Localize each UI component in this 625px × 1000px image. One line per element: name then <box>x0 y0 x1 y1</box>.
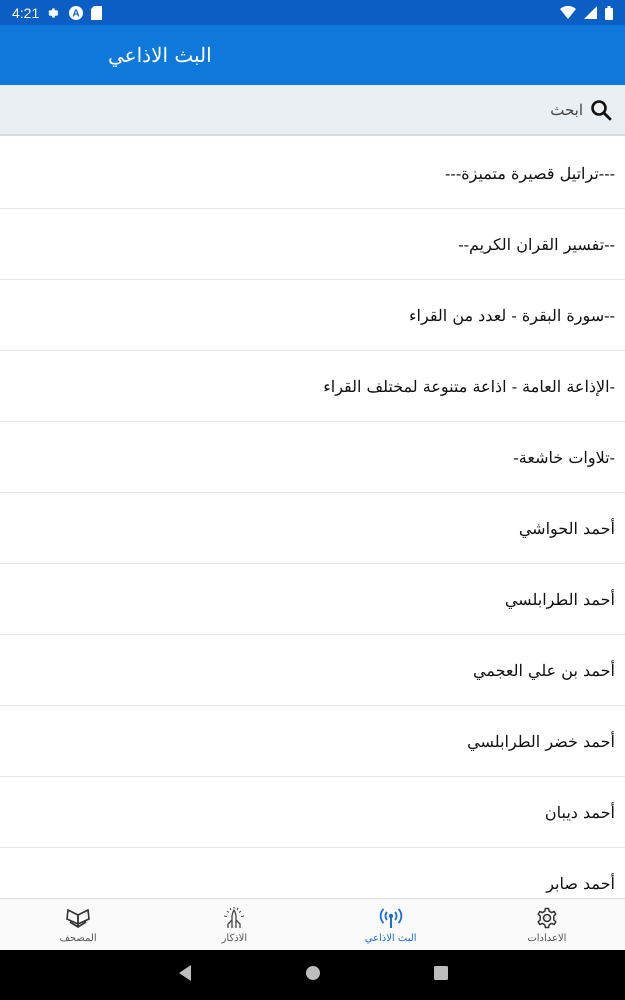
recents-icon[interactable] <box>433 965 449 985</box>
nav-label: البث الاذاعي <box>364 932 417 944</box>
settings-icon <box>47 6 61 20</box>
list-item-label: ---تراتيل قصيرة متميزة--- <box>445 163 615 183</box>
list-item[interactable]: --سورة البقرة - لعدد من القراء <box>0 280 625 351</box>
search-bar[interactable] <box>0 85 625 136</box>
reciter-list[interactable]: ---تراتيل قصيرة متميزة--- --تفسير القران… <box>0 138 625 898</box>
list-item[interactable]: أحمد الحواشي <box>0 493 625 564</box>
page-title: البث الاذاعي <box>108 43 212 67</box>
list-item-label: أحمد صابر <box>546 873 615 893</box>
sd-card-icon <box>91 5 103 20</box>
status-bar: 4:21 A <box>0 0 625 25</box>
app-notification-icon: A <box>69 5 84 20</box>
nav-item-adhkar[interactable]: الاذكار <box>156 899 312 950</box>
nav-label: الاعدادات <box>527 932 567 944</box>
list-item[interactable]: أحمد الطرابلسي <box>0 564 625 635</box>
search-icon[interactable] <box>589 98 613 122</box>
list-item-label: --تفسير القران الكريم-- <box>458 234 615 254</box>
nav-label: الاذكار <box>221 932 248 944</box>
list-item[interactable]: أحمد بن علي العجمي <box>0 635 625 706</box>
nav-label: المصحف <box>59 932 97 944</box>
home-icon[interactable] <box>305 965 321 985</box>
list-item-label: أحمد الطرابلسي <box>504 589 615 609</box>
gear-icon <box>537 907 557 928</box>
praying-hands-icon <box>224 906 245 928</box>
list-item[interactable]: أحمد خضر الطرابلسي <box>0 706 625 777</box>
status-left: 4:21 A <box>12 4 103 21</box>
system-navigation-bar <box>0 950 625 1000</box>
wifi-icon <box>560 6 576 19</box>
signal-icon <box>584 6 597 19</box>
list-item[interactable]: -الإذاعة العامة - اذاعة متنوعة لمختلف ال… <box>0 351 625 422</box>
bottom-navigation: المصحف الاذكار البث الاذاعي الاعدادات <box>0 898 625 950</box>
status-right <box>560 5 613 20</box>
list-item-label: -الإذاعة العامة - اذاعة متنوعة لمختلف ال… <box>323 376 615 396</box>
status-time: 4:21 <box>12 4 40 21</box>
list-item[interactable]: أحمد صابر <box>0 848 625 898</box>
list-item[interactable]: أحمد ديبان <box>0 777 625 848</box>
back-icon[interactable] <box>177 964 193 986</box>
list-item-label: أحمد ديبان <box>544 802 615 822</box>
app-bar: البث الاذاعي <box>0 25 625 85</box>
battery-icon <box>605 5 613 20</box>
list-item[interactable]: --تفسير القران الكريم-- <box>0 209 625 280</box>
svg-text:A: A <box>73 8 80 19</box>
list-item[interactable]: ---تراتيل قصيرة متميزة--- <box>0 138 625 209</box>
list-item-label: أحمد خضر الطرابلسي <box>467 731 615 751</box>
list-item-label: --سورة البقرة - لعدد من القراء <box>409 305 615 325</box>
list-item-label: أحمد الحواشي <box>518 518 615 538</box>
nav-item-broadcast[interactable]: البث الاذاعي <box>313 899 469 950</box>
list-item[interactable]: -تلاوات خاشعة- <box>0 422 625 493</box>
nav-item-mushaf[interactable]: المصحف <box>0 899 156 950</box>
nav-item-settings[interactable]: الاعدادات <box>469 899 625 950</box>
quran-book-icon <box>66 908 90 928</box>
broadcast-icon <box>379 907 402 928</box>
list-item-label: -تلاوات خاشعة- <box>513 447 615 467</box>
search-input[interactable] <box>383 100 583 119</box>
list-item-label: أحمد بن علي العجمي <box>472 660 615 680</box>
